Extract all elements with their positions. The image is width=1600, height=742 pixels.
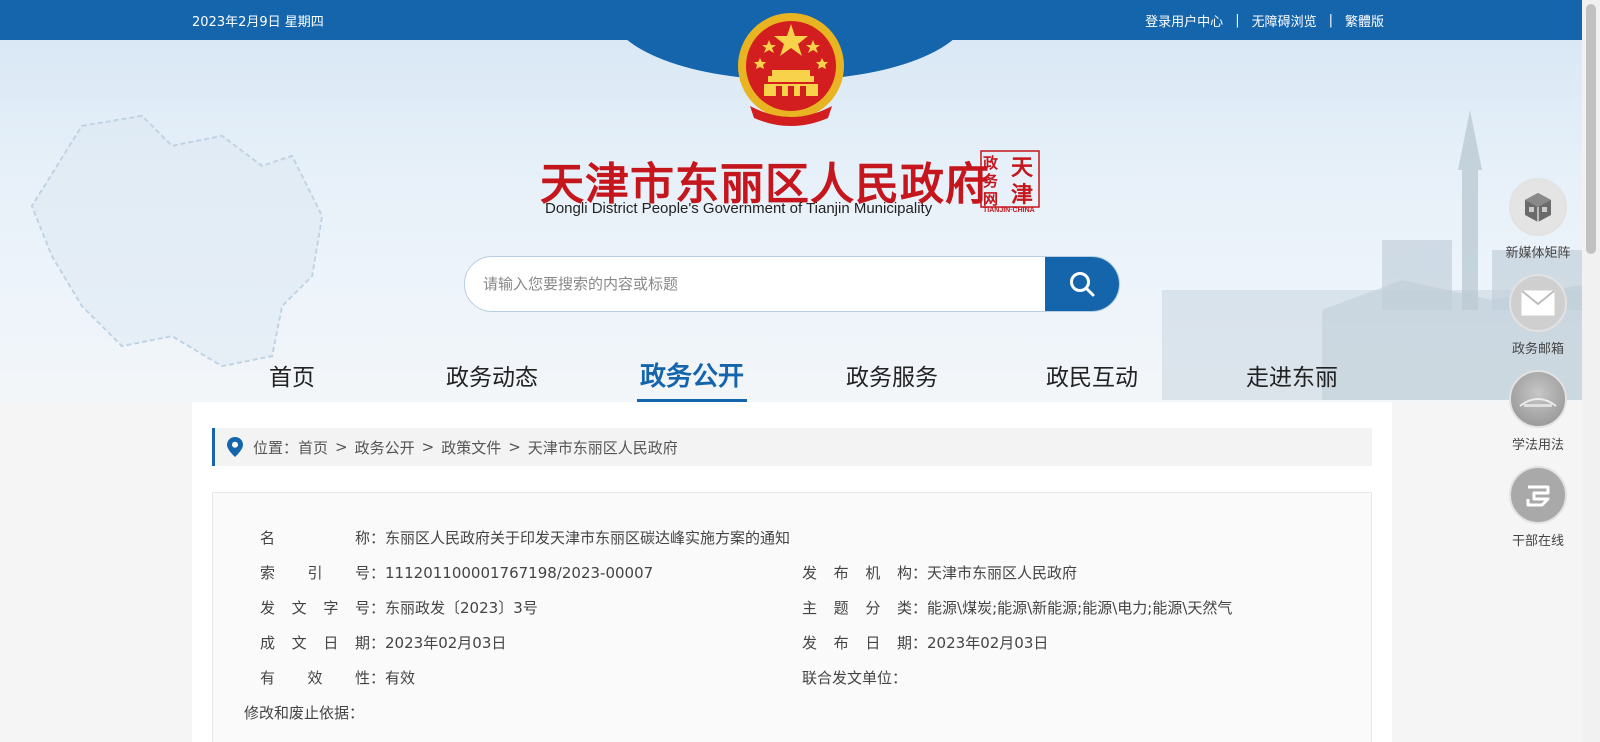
svg-text:网: 网 <box>983 190 998 208</box>
page-scrollbar[interactable] <box>1582 0 1600 742</box>
breadcrumb-separator: > <box>335 438 348 456</box>
issuer-value: 天津市东丽区人民政府 <box>927 564 1078 582</box>
info-row-issuer: 发布机构：天津市东丽区人民政府 <box>802 564 1078 582</box>
side-tool-label: 政务邮箱 <box>1511 342 1564 357</box>
top-links: 登录用户中心 | 无障碍浏览 | 繁體版 <box>1145 11 1384 30</box>
nav-government-news[interactable]: 政务动态 <box>392 350 592 402</box>
breadcrumb: 位置： 首页 > 政务公开 > 政策文件 > 天津市东丽区人民政府 <box>212 428 1372 466</box>
amend-basis-label: 修改和废止依据 <box>244 704 350 722</box>
svg-text:政: 政 <box>983 154 999 172</box>
mail-icon <box>1509 274 1567 332</box>
seal-icon: 天 津 政 务 网 <box>980 150 1040 208</box>
index-value: 111201100001767198/2023-00007 <box>385 564 654 582</box>
name-value: 东丽区人民政府关于印发天津市东丽区碳达峰实施方案的通知 <box>385 529 791 547</box>
side-tool-label: 学法用法 <box>1511 438 1564 453</box>
breadcrumb-separator: > <box>508 438 521 456</box>
side-tool-label: 新媒体矩阵 <box>1505 246 1571 261</box>
info-row-pub-date: 发布日期：2023年02月03日 <box>802 634 1049 652</box>
index-label: 索引号 <box>260 564 370 582</box>
national-emblem <box>738 13 844 126</box>
svg-text:津: 津 <box>1011 182 1033 208</box>
docno-label: 发文字号 <box>260 599 370 617</box>
cube-icon <box>1509 178 1567 236</box>
name-label: 名称 <box>260 529 370 547</box>
topic-value: 能源\煤炭;能源\新能源;能源\电力;能源\天然气 <box>927 599 1233 617</box>
breadcrumb-home[interactable]: 首页 <box>298 437 328 458</box>
separator: | <box>1328 13 1333 28</box>
side-tool-cadre-online[interactable]: 干部在线 <box>1500 466 1576 549</box>
login-user-center-link[interactable]: 登录用户中心 <box>1145 11 1223 30</box>
side-tool-new-media[interactable]: 新媒体矩阵 <box>1500 178 1576 261</box>
nav-home[interactable]: 首页 <box>192 350 392 402</box>
side-tool-label: 干部在线 <box>1511 534 1564 549</box>
current-date: 2023年2月9日 星期四 <box>192 15 324 30</box>
nav-government-openness[interactable]: 政务公开 <box>592 350 792 402</box>
search-icon <box>1070 272 1095 297</box>
side-tool-gov-mail[interactable]: 政务邮箱 <box>1500 274 1576 357</box>
pub-date-label: 发布日期 <box>802 634 912 652</box>
main-content: 位置： 首页 > 政务公开 > 政策文件 > 天津市东丽区人民政府 名称：东丽区… <box>192 402 1392 742</box>
info-row-topic: 主题分类：能源\煤炭;能源\新能源;能源\电力;能源\天然气 <box>802 599 1233 617</box>
info-row-name: 名称：东丽区人民政府关于印发天津市东丽区碳达峰实施方案的通知 <box>260 529 791 547</box>
pub-date-value: 2023年02月03日 <box>927 634 1049 652</box>
separator: | <box>1235 13 1240 28</box>
joint-issuer-label: 联合发文单位 <box>802 669 893 687</box>
breadcrumb-policy-files[interactable]: 政策文件 <box>441 437 501 458</box>
site-subtitle: Dongli District People's Government of T… <box>545 200 933 217</box>
district-map-illustration <box>30 114 324 368</box>
side-tool-law[interactable]: 学法用法 <box>1500 370 1576 453</box>
nav-government-services[interactable]: 政务服务 <box>792 350 992 402</box>
search-button[interactable] <box>1045 257 1119 311</box>
info-row-docno: 发文字号：东丽政发〔2023〕3号 <box>260 599 538 617</box>
nav-interaction[interactable]: 政民互动 <box>992 350 1192 402</box>
seal-caption: TIANJIN·CHINA <box>983 207 1035 214</box>
law-icon <box>1509 370 1567 428</box>
traditional-chinese-link[interactable]: 繁體版 <box>1345 11 1384 30</box>
nav-about-dongli[interactable]: 走进东丽 <box>1192 350 1392 402</box>
cadre-icon <box>1509 466 1567 524</box>
issuer-label: 发布机构 <box>802 564 912 582</box>
breadcrumb-prefix: 位置： <box>253 438 299 457</box>
search-bar <box>464 256 1120 312</box>
svg-text:务: 务 <box>983 172 999 190</box>
breadcrumb-district-government[interactable]: 天津市东丽区人民政府 <box>528 437 678 458</box>
breadcrumb-separator: > <box>421 438 435 456</box>
svg-text:天: 天 <box>1011 155 1034 181</box>
info-row-amend-basis: 修改和废止依据： <box>244 704 365 722</box>
made-date-label: 成文日期 <box>260 634 370 652</box>
info-row-index: 索引号：111201100001767198/2023-00007 <box>260 564 654 582</box>
docno-value: 东丽政发〔2023〕3号 <box>385 599 538 617</box>
info-row-validity: 有效性：有效 <box>260 669 416 687</box>
info-row-made-date: 成文日期：2023年02月03日 <box>260 634 507 652</box>
topic-label: 主题分类 <box>802 599 912 617</box>
scrollbar-thumb[interactable] <box>1586 4 1596 254</box>
breadcrumb-openness[interactable]: 政务公开 <box>355 437 415 458</box>
location-pin-icon <box>227 437 243 457</box>
tianjin-gov-seal-logo: 天 津 政 务 网 TIANJIN·CHINA <box>980 150 1040 216</box>
info-row-joint-issuer: 联合发文单位： <box>802 669 908 687</box>
document-info-panel: 名称：东丽区人民政府关于印发天津市东丽区碳达峰实施方案的通知 名称 索引号：11… <box>212 492 1372 742</box>
accessibility-link[interactable]: 无障碍浏览 <box>1252 11 1317 30</box>
made-date-value: 2023年02月03日 <box>385 634 507 652</box>
main-nav: 首页 政务动态 政务公开 政务服务 政民互动 走进东丽 <box>192 350 1392 402</box>
validity-label: 有效性 <box>260 669 370 687</box>
search-input[interactable] <box>483 257 1003 311</box>
validity-value: 有效 <box>385 669 416 687</box>
